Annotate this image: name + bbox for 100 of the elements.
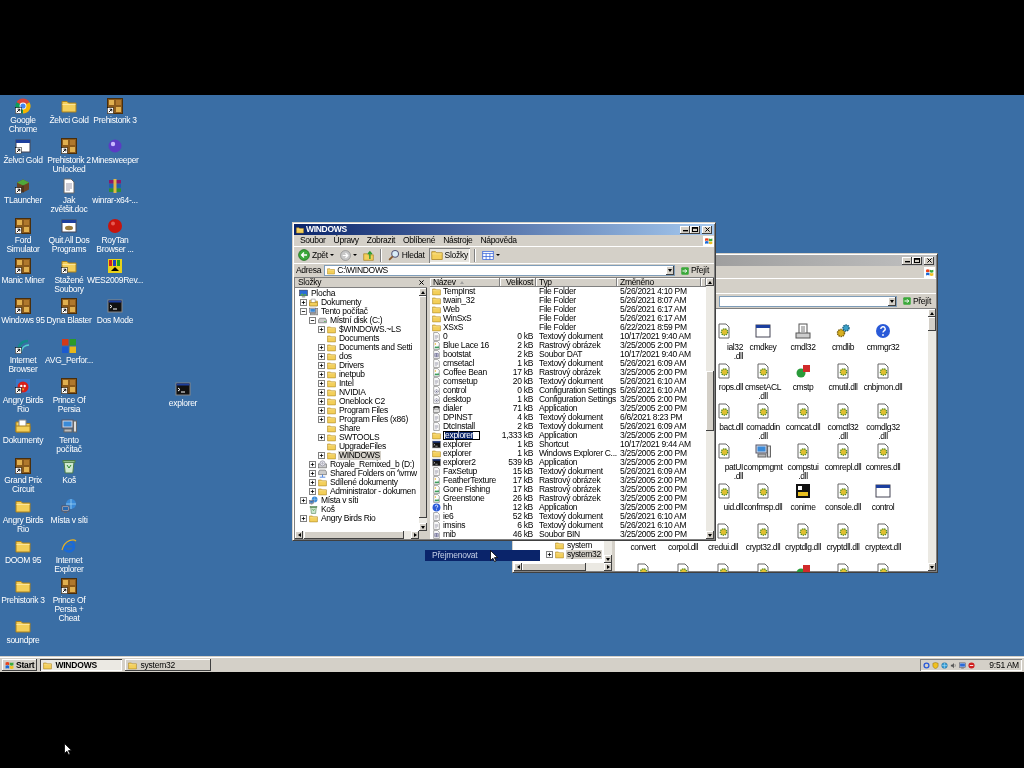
- plus-box-icon[interactable]: [318, 362, 325, 369]
- file-name[interactable]: DPINST: [443, 413, 473, 422]
- file-item[interactable]: console.dll: [825, 483, 861, 512]
- scroll-thumb[interactable]: [928, 317, 936, 331]
- file-item[interactable]: cmdl32: [790, 323, 816, 352]
- desktop-shortcut[interactable]: RoyTan Browser ...: [92, 215, 138, 254]
- plus-box-icon[interactable]: [318, 452, 325, 459]
- tree-item[interactable]: Místa v síti: [320, 496, 360, 505]
- plus-box-icon[interactable]: [318, 407, 325, 414]
- file-item[interactable]: cryptdlg.dll: [785, 523, 821, 552]
- rename-field[interactable]: explorer: [443, 431, 481, 440]
- file-name[interactable]: mib: [443, 530, 456, 539]
- file-name[interactable]: Blue Lace 16: [443, 341, 490, 350]
- tree-item[interactable]: UpgradeFiles: [338, 442, 387, 451]
- tree-item[interactable]: Plocha: [310, 289, 337, 298]
- file-name[interactable]: Coffee Bean: [443, 368, 487, 377]
- tree-item[interactable]: system: [566, 541, 594, 550]
- menu-item[interactable]: Oblíbené: [399, 236, 440, 245]
- scroll-down-button[interactable]: [419, 523, 427, 531]
- desktop-shortcut[interactable]: TLauncher: [0, 175, 46, 205]
- menu-item[interactable]: Nápověda: [476, 236, 521, 245]
- plus-box-icon[interactable]: [300, 299, 307, 306]
- file-item[interactable]: comcat.dll: [785, 403, 821, 432]
- tree-item[interactable]: Místní disk (C:): [329, 316, 384, 325]
- file-name[interactable]: XSxS: [443, 323, 464, 332]
- minus-box-icon[interactable]: [309, 317, 316, 324]
- file-name[interactable]: comsetup: [443, 377, 478, 386]
- back-button[interactable]: Zpět: [296, 247, 336, 263]
- plus-box-icon[interactable]: [318, 380, 325, 387]
- file-item[interactable]: confmsp.dll: [743, 483, 783, 512]
- file-name[interactable]: twain_32: [443, 296, 475, 305]
- file-name[interactable]: explorer: [443, 449, 472, 458]
- desktop-shortcut[interactable]: AVG_Perfor...: [45, 335, 93, 365]
- file-item[interactable]: convert: [630, 543, 656, 552]
- scroll-thumb[interactable]: [706, 371, 714, 431]
- desktop-shortcut[interactable]: Tento počítač: [46, 415, 92, 454]
- scrollbar[interactable]: [928, 309, 936, 571]
- file-item[interactable]: compstui.dll: [783, 443, 823, 481]
- ring-icon[interactable]: [923, 661, 930, 669]
- file-item[interactable]: cmdkey: [749, 323, 777, 352]
- tree-item[interactable]: WINDOWS: [338, 451, 381, 460]
- desktop-shortcut[interactable]: Prehistorik 3: [92, 95, 138, 125]
- file-item[interactable]: credui.dll: [707, 523, 738, 552]
- tree-item[interactable]: Share: [338, 424, 362, 433]
- desktop-shortcut[interactable]: Manic Miner: [0, 255, 46, 285]
- file-name[interactable]: control: [443, 386, 467, 395]
- tree-item[interactable]: Sdílené dokumenty: [329, 478, 399, 487]
- file-name[interactable]: cmsetacl: [443, 359, 475, 368]
- tree-item[interactable]: SWTOOLS: [338, 433, 381, 442]
- plus-box-icon[interactable]: [300, 515, 307, 522]
- tree-item[interactable]: Koš: [320, 505, 336, 514]
- file-name[interactable]: 0: [443, 332, 448, 341]
- plus-box-icon[interactable]: [309, 461, 316, 468]
- scrollbar[interactable]: [514, 563, 612, 571]
- file-name[interactable]: FaxSetup: [443, 467, 477, 476]
- folders-button[interactable]: Složky: [428, 247, 470, 263]
- file-name[interactable]: Greenstone: [443, 494, 485, 503]
- menu-item[interactable]: Zobrazit: [362, 236, 400, 245]
- file-item[interactable]: crypt32.dll: [745, 523, 781, 552]
- file-name[interactable]: Web: [443, 305, 460, 314]
- file-item[interactable]: ial32.dll: [718, 323, 743, 361]
- desktop-shortcut[interactable]: Google Chrome: [0, 95, 46, 134]
- go-button[interactable]: Přejít: [677, 266, 712, 275]
- address-field[interactable]: [718, 295, 897, 307]
- file-item[interactable]: cmmgr32: [866, 323, 900, 352]
- search-button[interactable]: Hledat: [385, 247, 427, 263]
- file-item[interactable]: conime: [790, 483, 816, 512]
- desktop-shortcut[interactable]: Dos Mode: [92, 295, 138, 325]
- desktop-shortcut[interactable]: Minesweeper: [91, 135, 139, 165]
- file-item[interactable]: corpol.dll: [667, 543, 698, 552]
- desktop-shortcut[interactable]: DOOM 95: [0, 535, 46, 565]
- file-item[interactable]: comrepl.dll: [824, 443, 862, 472]
- minus-box-icon[interactable]: [300, 308, 307, 315]
- file-name[interactable]: WinSxS: [443, 314, 472, 323]
- column-header[interactable]: Název: [430, 278, 500, 287]
- tree-item[interactable]: Angry Birds Rio: [320, 514, 377, 523]
- dropdown-button[interactable]: [665, 266, 674, 275]
- file-item[interactable]: cryptdll.dll: [826, 523, 860, 552]
- file-name[interactable]: DtcInstall: [443, 422, 475, 431]
- file-name[interactable]: bootstat: [443, 350, 471, 359]
- desktop-shortcut[interactable]: Dyna Blaster: [46, 295, 92, 325]
- file-item[interactable]: comaddin.dll: [743, 403, 783, 441]
- plus-box-icon[interactable]: [318, 344, 325, 351]
- minimize-button[interactable]: [680, 225, 690, 234]
- tree-item[interactable]: Intel: [338, 379, 355, 388]
- tree-item[interactable]: Tento počítač: [320, 307, 369, 316]
- menu-item[interactable]: Přejmenovat: [425, 550, 540, 561]
- plus-box-icon[interactable]: [318, 353, 325, 360]
- file-name[interactable]: explorer2: [443, 458, 476, 467]
- file-name[interactable]: explorer: [443, 440, 472, 449]
- tree-item[interactable]: Administrator - dokumen: [329, 487, 417, 496]
- start-button[interactable]: Start: [2, 659, 38, 671]
- file-item[interactable]: comctl32.dll: [823, 403, 863, 441]
- file-item[interactable]: cmsetACL.dll: [743, 363, 783, 401]
- desktop-shortcut[interactable]: Internet Explorer: [46, 535, 92, 574]
- plus-box-icon[interactable]: [318, 389, 325, 396]
- monitor-icon[interactable]: [959, 661, 966, 669]
- desktop-shortcut[interactable]: Windows 95: [0, 295, 46, 325]
- file-item[interactable]: comdlg32.dll: [863, 403, 903, 441]
- column-header[interactable]: Změněno: [617, 278, 701, 287]
